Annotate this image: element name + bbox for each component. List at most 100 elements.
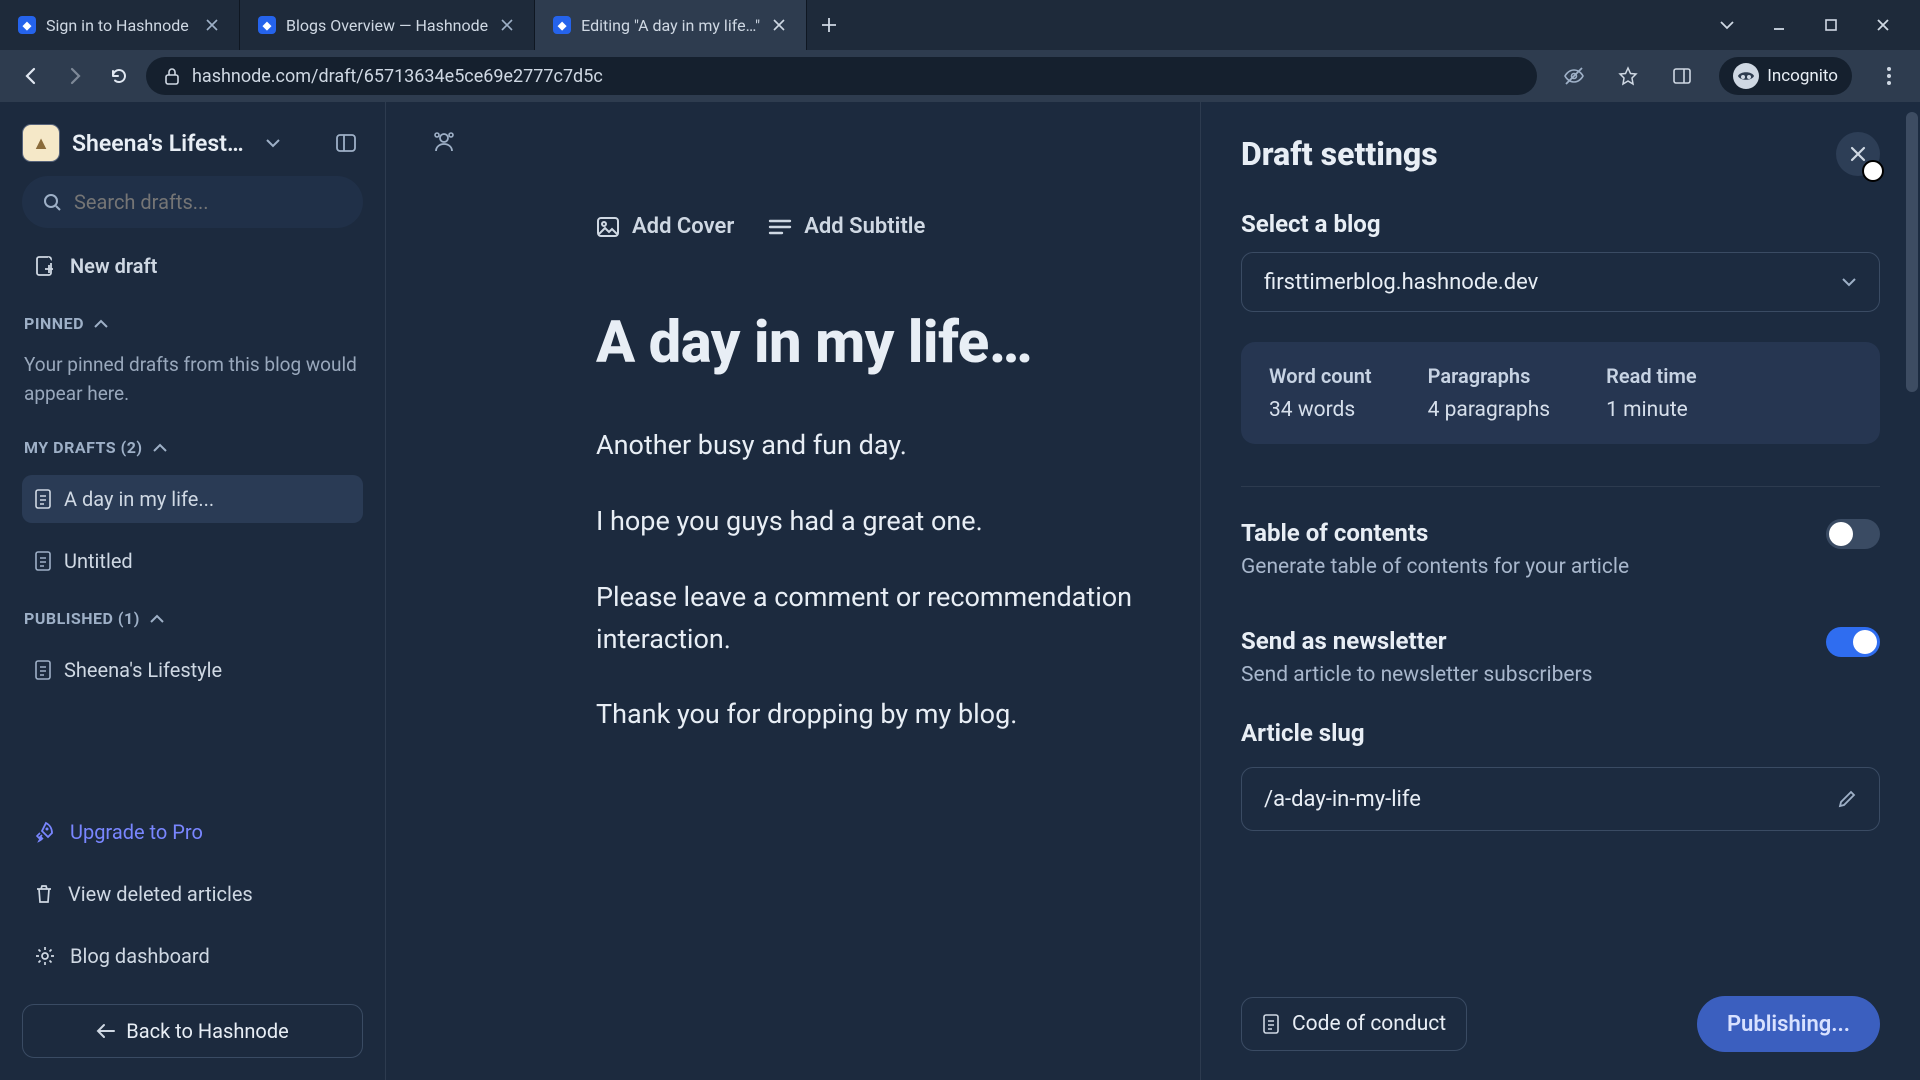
newsletter-title: Send as newsletter — [1241, 627, 1593, 655]
new-draft-label: New draft — [70, 254, 157, 278]
search-drafts[interactable] — [22, 176, 363, 228]
browser-titlebar: ◆ Sign in to Hashnode ◆ Blogs Overview —… — [0, 0, 1920, 50]
collapse-sidebar-icon[interactable] — [329, 126, 363, 160]
cursor-icon — [1862, 160, 1884, 182]
hashnode-favicon-icon: ◆ — [258, 16, 276, 34]
hashnode-favicon-icon: ◆ — [553, 16, 571, 34]
close-icon — [1849, 145, 1867, 163]
toc-toggle[interactable] — [1826, 519, 1880, 549]
add-subtitle-button[interactable]: Add Subtitle — [768, 214, 925, 239]
slug-label: Article slug — [1241, 719, 1880, 747]
document-icon — [34, 488, 52, 510]
close-window-icon[interactable] — [1872, 14, 1894, 36]
close-panel-button[interactable] — [1836, 132, 1880, 176]
coauthor-icon[interactable] — [426, 124, 462, 160]
blog-selector-row: ▲ Sheena's Lifest… — [22, 124, 363, 162]
forward-button[interactable] — [58, 59, 92, 93]
sidebar: ▲ Sheena's Lifest… New draft PINNED Your… — [0, 102, 386, 1080]
back-label: Back to Hashnode — [126, 1019, 288, 1043]
pinned-hint: Your pinned drafts from this blog would … — [22, 351, 363, 414]
slug-field[interactable]: /a-day-in-my-life — [1241, 767, 1880, 831]
draft-settings-panel: Draft settings Select a blog firsttimerb… — [1200, 102, 1920, 1080]
sidepanel-icon[interactable] — [1665, 59, 1699, 93]
scrollbar[interactable] — [1906, 112, 1918, 392]
browser-tabs: ◆ Sign in to Hashnode ◆ Blogs Overview —… — [0, 0, 851, 50]
chevron-up-icon — [150, 614, 164, 624]
browser-tab[interactable]: ◆ Sign in to Hashnode — [0, 0, 240, 50]
maximize-icon[interactable] — [1820, 14, 1842, 36]
article-paragraph[interactable]: Another busy and fun day. — [596, 425, 1200, 467]
bookmark-star-icon[interactable] — [1611, 59, 1645, 93]
reload-button[interactable] — [102, 59, 136, 93]
article-paragraph[interactable]: Please leave a comment or recommendation… — [596, 577, 1200, 661]
article-title[interactable]: A day in my life… — [596, 309, 1200, 377]
view-deleted[interactable]: View deleted articles — [22, 870, 363, 918]
add-cover-button[interactable]: Add Cover — [596, 214, 734, 239]
published-item[interactable]: Sheena's Lifestyle — [22, 646, 363, 694]
paragraph-value: 4 paragraphs — [1428, 398, 1550, 422]
image-icon — [596, 215, 620, 239]
read-time-value: 1 minute — [1606, 398, 1697, 422]
blog-select[interactable]: firsttimerblog.hashnode.dev — [1241, 252, 1880, 312]
paragraph-label: Paragraphs — [1428, 364, 1550, 388]
blog-name: Sheena's Lifest… — [72, 130, 244, 157]
search-input[interactable] — [74, 190, 343, 214]
address-bar[interactable]: hashnode.com/draft/65713634e5ce69e2777c7… — [146, 57, 1537, 95]
code-of-conduct-button[interactable]: Code of conduct — [1241, 997, 1467, 1051]
published-title: Sheena's Lifestyle — [64, 658, 222, 682]
blog-avatar-icon: ▲ — [22, 124, 60, 162]
blog-dashboard[interactable]: Blog dashboard — [22, 932, 363, 980]
blog-selector[interactable]: ▲ Sheena's Lifest… — [22, 124, 317, 162]
document-icon — [1262, 1013, 1280, 1035]
chevron-down-icon[interactable] — [256, 126, 290, 160]
url-text: hashnode.com/draft/65713634e5ce69e2777c7… — [192, 66, 603, 87]
add-subtitle-label: Add Subtitle — [804, 214, 925, 239]
published-section-header[interactable]: PUBLISHED (1) — [22, 599, 363, 632]
editor-content[interactable]: Add Cover Add Subtitle A day in my life…… — [596, 214, 1200, 770]
incognito-badge[interactable]: Incognito — [1719, 57, 1852, 95]
arrow-left-icon — [96, 1023, 116, 1039]
close-icon[interactable] — [203, 16, 221, 34]
upgrade-to-pro[interactable]: Upgrade to Pro — [22, 808, 363, 856]
publish-button[interactable]: Publishing... — [1697, 996, 1880, 1052]
upgrade-label: Upgrade to Pro — [70, 820, 203, 844]
newsletter-desc: Send article to newsletter subscribers — [1241, 663, 1593, 687]
drafts-section-header[interactable]: MY DRAFTS (2) — [22, 428, 363, 461]
back-button[interactable] — [14, 59, 48, 93]
document-icon — [34, 659, 52, 681]
document-icon — [34, 550, 52, 572]
browser-urlbar: hashnode.com/draft/65713634e5ce69e2777c7… — [0, 50, 1920, 102]
article-paragraph[interactable]: I hope you guys had a great one. — [596, 501, 1200, 543]
app-root: ▲ Sheena's Lifest… New draft PINNED Your… — [0, 102, 1920, 1080]
eye-off-icon[interactable] — [1557, 59, 1591, 93]
new-draft-button[interactable]: New draft — [22, 242, 363, 290]
close-icon[interactable] — [770, 16, 788, 34]
new-draft-icon — [34, 255, 56, 277]
new-tab-button[interactable] — [807, 0, 851, 50]
stats-card: Word count 34 words Paragraphs 4 paragra… — [1241, 342, 1880, 444]
pencil-icon[interactable] — [1837, 789, 1857, 809]
browser-tab[interactable]: ◆ Blogs Overview — Hashnode — [240, 0, 535, 50]
minimize-icon[interactable] — [1768, 14, 1790, 36]
section-label: PUBLISHED (1) — [24, 609, 140, 628]
article-paragraph[interactable]: Thank you for dropping by my blog. — [596, 694, 1200, 736]
newsletter-toggle[interactable] — [1826, 627, 1880, 657]
chevron-down-icon[interactable] — [1716, 14, 1738, 36]
draft-item[interactable]: Untitled — [22, 537, 363, 585]
draft-item-active[interactable]: A day in my life... — [22, 475, 363, 523]
subtitle-icon — [768, 217, 792, 237]
search-icon — [42, 192, 62, 212]
panel-title: Draft settings — [1241, 135, 1438, 173]
selected-blog: firsttimerblog.hashnode.dev — [1264, 270, 1538, 295]
chevron-up-icon — [153, 443, 167, 453]
pinned-section-header[interactable]: PINNED — [22, 304, 363, 337]
back-to-hashnode[interactable]: Back to Hashnode — [22, 1004, 363, 1058]
tab-title: Blogs Overview — Hashnode — [286, 16, 488, 35]
browser-tab-active[interactable]: ◆ Editing "A day in my life…" — [535, 0, 807, 50]
close-icon[interactable] — [498, 16, 516, 34]
urlbar-right-icons: Incognito — [1547, 57, 1906, 95]
kebab-menu-icon[interactable] — [1872, 59, 1906, 93]
window-controls — [1716, 0, 1910, 50]
toc-desc: Generate table of contents for your arti… — [1241, 555, 1629, 579]
incognito-label: Incognito — [1767, 66, 1838, 86]
